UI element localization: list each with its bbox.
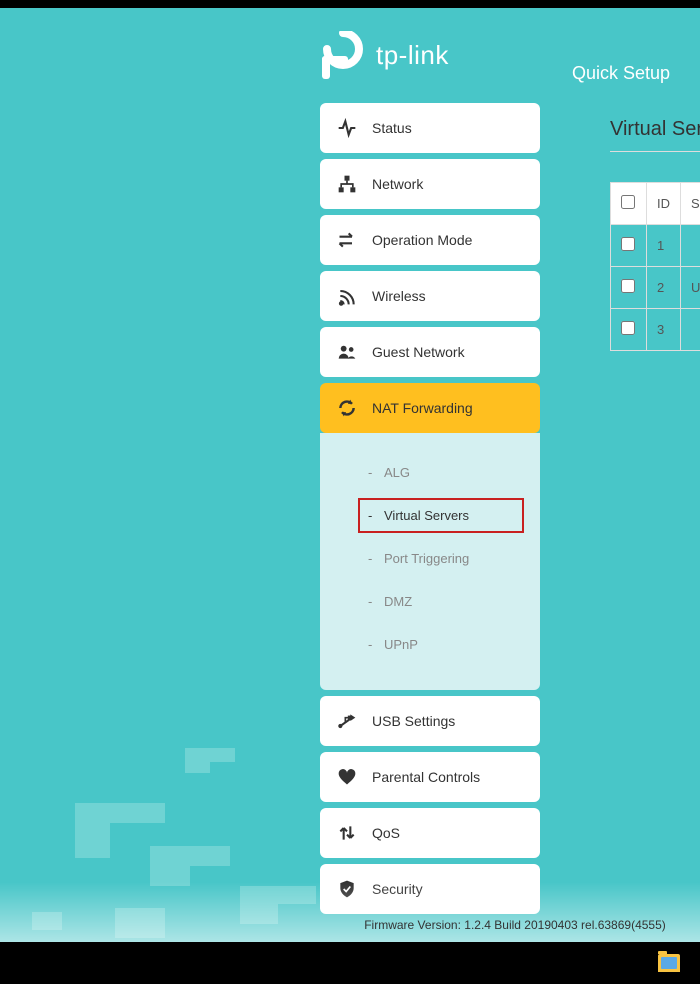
sidebar: Status Network Operation Mode Wireless G… — [320, 103, 540, 920]
sidebar-item-security[interactable]: Security — [320, 864, 540, 914]
sidebar-item-label: USB Settings — [372, 713, 455, 729]
refresh-icon — [336, 397, 358, 419]
row-checkbox[interactable] — [621, 321, 635, 335]
activity-icon — [336, 117, 358, 139]
arrows-icon — [336, 822, 358, 844]
firmware-value: 1.2.4 Build 20190403 rel.63869(4555) — [464, 918, 666, 932]
submenu-label: ALG — [384, 465, 410, 480]
file-explorer-icon[interactable] — [658, 954, 680, 972]
brand-logo: tp-link — [318, 31, 449, 81]
firmware-version: Firmware Version: 1.2.4 Build 20190403 r… — [0, 918, 700, 932]
row-checkbox[interactable] — [621, 279, 635, 293]
sidebar-item-nat-forwarding[interactable]: NAT Forwarding — [320, 383, 540, 433]
swap-icon — [336, 229, 358, 251]
sidebar-item-label: Wireless — [372, 288, 426, 304]
sidebar-item-wireless[interactable]: Wireless — [320, 271, 540, 321]
row-checkbox[interactable] — [621, 237, 635, 251]
sidebar-item-label: Network — [372, 176, 423, 192]
tab-quick-setup[interactable]: Quick Setup — [572, 63, 700, 84]
submenu-item-alg[interactable]: -ALG — [320, 451, 540, 494]
sidebar-item-label: NAT Forwarding — [372, 400, 473, 416]
sidebar-item-label: Parental Controls — [372, 769, 480, 785]
page-title: Virtual Serv — [560, 118, 700, 141]
submenu-label: DMZ — [384, 594, 412, 609]
heart-icon — [336, 766, 358, 788]
sidebar-item-operation-mode[interactable]: Operation Mode — [320, 215, 540, 265]
users-icon — [336, 341, 358, 363]
submenu-label: Virtual Servers — [384, 508, 469, 523]
divider — [610, 151, 700, 152]
cell-id: 1 — [647, 225, 681, 267]
sidebar-item-label: Status — [372, 120, 412, 136]
sidebar-item-status[interactable]: Status — [320, 103, 540, 153]
sidebar-item-parental-controls[interactable]: Parental Controls — [320, 752, 540, 802]
sidebar-item-qos[interactable]: QoS — [320, 808, 540, 858]
table-header-select-all[interactable] — [611, 183, 647, 225]
table-row: 1 — [611, 225, 700, 267]
submenu-item-upnp[interactable]: -UPnP — [320, 623, 540, 666]
table-row: 3 — [611, 309, 700, 351]
wifi-icon — [336, 285, 358, 307]
network-icon — [336, 173, 358, 195]
logo-icon — [318, 31, 368, 81]
cell-service — [681, 225, 700, 267]
submenu-nat-forwarding: -ALG -Virtual Servers -Port Triggering -… — [320, 433, 540, 690]
sidebar-item-label: QoS — [372, 825, 400, 841]
taskbar — [0, 942, 700, 984]
cell-id: 3 — [647, 309, 681, 351]
submenu-item-port-triggering[interactable]: -Port Triggering — [320, 537, 540, 580]
shield-icon — [336, 878, 358, 900]
submenu-item-dmz[interactable]: -DMZ — [320, 580, 540, 623]
submenu-label: Port Triggering — [384, 551, 469, 566]
submenu-item-virtual-servers[interactable]: -Virtual Servers — [358, 498, 524, 533]
sidebar-item-network[interactable]: Network — [320, 159, 540, 209]
cell-service — [681, 309, 700, 351]
virtual-servers-table: ID Se 1 2 Upl 3 — [610, 182, 700, 351]
brand-name: tp-link — [376, 40, 449, 71]
sidebar-item-label: Operation Mode — [372, 232, 472, 248]
firmware-label: Firmware Version: — [364, 918, 461, 932]
sidebar-item-label: Guest Network — [372, 344, 465, 360]
select-all-checkbox[interactable] — [621, 195, 635, 209]
cell-id: 2 — [647, 267, 681, 309]
table-header-id: ID — [647, 183, 681, 225]
sidebar-item-guest-network[interactable]: Guest Network — [320, 327, 540, 377]
sidebar-item-usb-settings[interactable]: USB Settings — [320, 696, 540, 746]
cell-service: Upl — [681, 267, 700, 309]
main-content: Virtual Serv ID Se 1 2 Upl — [560, 118, 700, 351]
table-row: 2 Upl — [611, 267, 700, 309]
usb-icon — [336, 710, 358, 732]
sidebar-item-label: Security — [372, 881, 423, 897]
submenu-label: UPnP — [384, 637, 418, 652]
table-header-service: Se — [681, 183, 700, 225]
